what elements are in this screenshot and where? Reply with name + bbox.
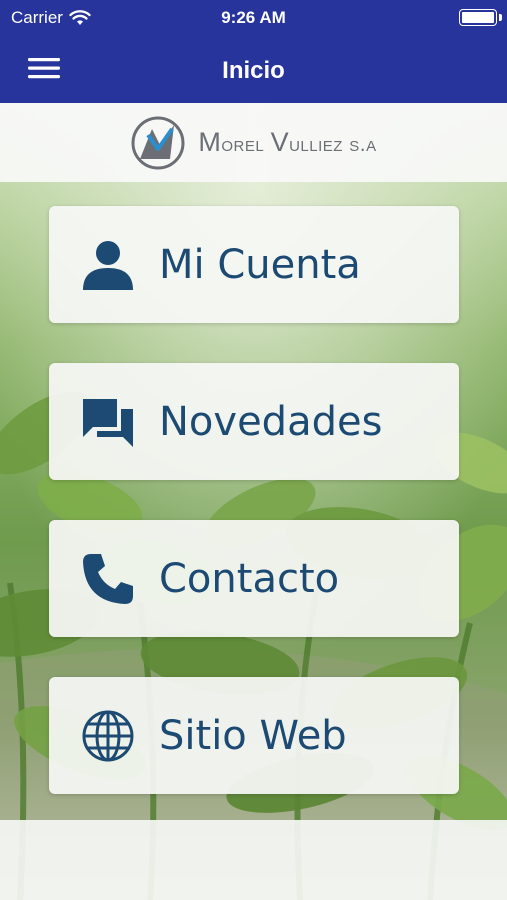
phone-icon (83, 554, 133, 604)
page-title: Inicio (222, 57, 285, 84)
battery-level (462, 12, 494, 23)
menu-item-label: Novedades (159, 399, 383, 445)
menu-item-novedades[interactable]: Novedades (49, 363, 459, 480)
menu-item-label: Sitio Web (159, 713, 347, 759)
company-name: Morel Vulliez s.a (198, 127, 376, 158)
status-bar: Carrier 9:26 AM (0, 0, 507, 38)
navigation-bar: Inicio (0, 38, 507, 103)
menu-item-label: Mi Cuenta (159, 242, 361, 288)
app-header: Carrier 9:26 AM Inicio (0, 0, 507, 103)
chat-bubbles-icon (83, 399, 133, 447)
company-name-part-2: ulliez s.a (289, 133, 377, 156)
bottom-fade (0, 820, 507, 900)
menu-item-mi-cuenta[interactable]: Mi Cuenta (49, 206, 459, 323)
menu-item-sitio-web[interactable]: Sitio Web (49, 677, 459, 794)
brand-banner: Morel Vulliez s.a (0, 103, 507, 182)
company-initial-2: V (270, 127, 290, 157)
globe-icon (82, 710, 134, 762)
battery-icon (459, 9, 497, 26)
user-icon (83, 241, 133, 290)
morel-vulliez-logo (131, 116, 185, 169)
company-initial-1: M (198, 127, 222, 157)
battery-tip (499, 14, 502, 21)
status-time: 9:26 AM (221, 8, 286, 27)
company-name-part-1: orel (221, 133, 271, 156)
menu-item-contacto[interactable]: Contacto (49, 520, 459, 637)
menu-item-label: Contacto (159, 556, 340, 602)
